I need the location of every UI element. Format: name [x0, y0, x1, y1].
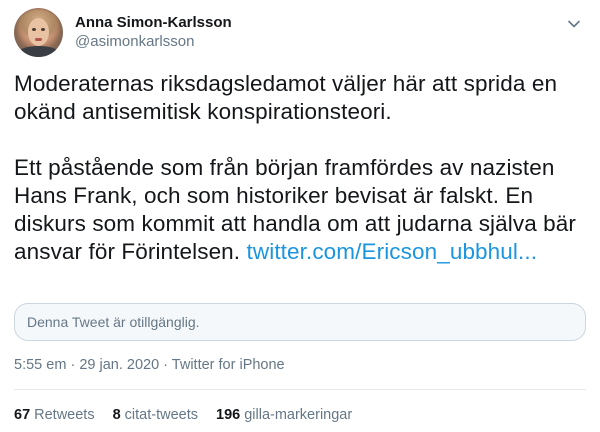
author-name[interactable]: Anna Simon-Karlsson: [75, 14, 232, 31]
tweet-body: Moderaternas riksdagsledamot väljer här …: [14, 70, 592, 294]
avatar-mouth: [35, 38, 42, 41]
tweet-paragraph-1: Moderaternas riksdagsledamot väljer här …: [14, 71, 558, 124]
tweet-date[interactable]: 29 jan. 2020: [79, 357, 159, 373]
quotes-stat[interactable]: 8 citat-tweets: [113, 407, 198, 423]
tweet-header: Anna Simon-Karlsson @asimonkarlsson: [14, 8, 586, 60]
likes-label: gilla-markeringar: [244, 407, 353, 423]
avatar-shirt: [18, 46, 59, 57]
likes-stat[interactable]: 196 gilla-markeringar: [216, 407, 352, 423]
tweet-meta: 5:55 em · 29 jan. 2020 · Twitter for iPh…: [14, 357, 285, 373]
likes-count: 196: [216, 407, 241, 423]
author-handle[interactable]: @asimonkarlsson: [75, 33, 194, 50]
avatar-face: [28, 18, 49, 46]
quotes-label: citat-tweets: [124, 407, 199, 423]
avatar-eye-right: [41, 28, 45, 31]
meta-separator: ·: [70, 357, 76, 373]
quoted-tweet-unavailable[interactable]: Denna Tweet är otillgänglig.: [14, 303, 586, 341]
quotes-count: 8: [112, 407, 121, 423]
tweet-link[interactable]: twitter.com/Ericson_ubbhul...: [247, 239, 538, 264]
tweet-stats: 67 Retweets 8 citat-tweets 196 gilla-marker…: [14, 407, 370, 423]
chevron-down-icon: [568, 20, 580, 28]
tweet-source[interactable]: Twitter for iPhone: [172, 357, 285, 373]
author-avatar[interactable]: [14, 8, 63, 57]
divider: [14, 389, 586, 390]
retweets-count: 67: [14, 407, 31, 423]
retweets-stat[interactable]: 67 Retweets: [14, 407, 95, 423]
avatar-eye-left: [32, 28, 36, 31]
more-options-button[interactable]: [566, 16, 582, 32]
tweet-paragraph-2: Ett påstående som från början framfördes…: [14, 154, 592, 266]
meta-separator-2: ·: [163, 357, 169, 373]
retweets-label: Retweets: [34, 407, 95, 423]
tweet-time[interactable]: 5:55 em: [14, 357, 66, 373]
